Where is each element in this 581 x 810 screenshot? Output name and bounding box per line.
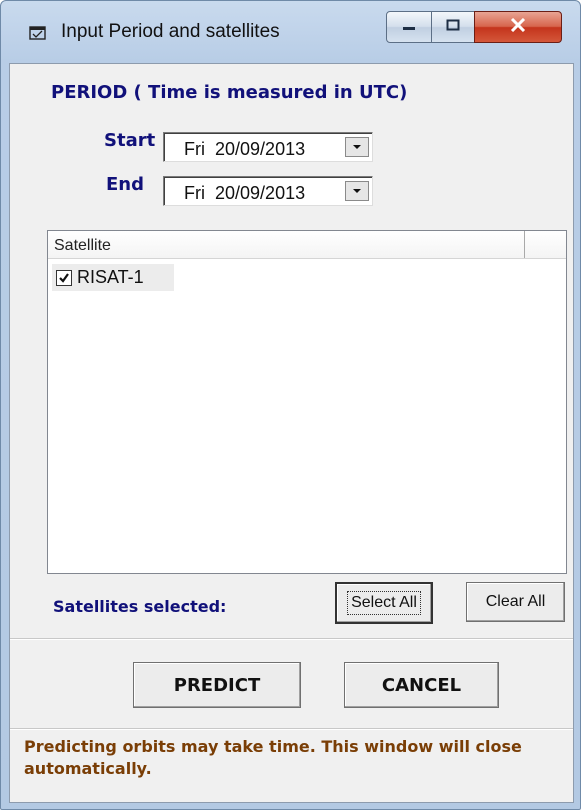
dialog-client-area: PERIOD ( Time is measured in UTC) Start …	[9, 63, 574, 803]
period-heading: PERIOD ( Time is measured in UTC)	[51, 82, 408, 103]
divider	[10, 728, 573, 730]
satellite-checkbox[interactable]	[56, 269, 72, 286]
column-header-empty[interactable]	[525, 231, 566, 258]
start-date-value: Fri 20/09/2013	[184, 139, 306, 159]
maximize-icon	[446, 18, 460, 36]
start-label: Start	[104, 130, 156, 151]
cancel-button[interactable]: CANCEL	[344, 662, 499, 708]
start-date-picker[interactable]: Fri 20/09/2013	[163, 132, 373, 162]
dialog-window: Input Period and satellites PERIOD ( Tim…	[0, 0, 581, 810]
predict-button[interactable]: PREDICT	[133, 662, 301, 708]
clear-all-button[interactable]: Clear All	[466, 582, 565, 622]
maximize-button[interactable]	[431, 11, 475, 43]
select-all-label: Select All	[347, 591, 421, 615]
dropdown-arrow-icon	[352, 182, 362, 200]
window-app-icon	[29, 25, 47, 41]
end-date-picker[interactable]: Fri 20/09/2013	[163, 176, 373, 206]
close-button[interactable]	[474, 11, 562, 43]
clear-all-label: Clear All	[485, 593, 546, 610]
close-icon	[510, 17, 526, 37]
satellite-list[interactable]: Satellite RISAT-1	[47, 230, 567, 574]
minimize-icon	[402, 18, 416, 36]
satellite-name: RISAT-1	[77, 267, 144, 287]
dropdown-arrow-icon	[352, 138, 362, 156]
end-label: End	[106, 174, 144, 195]
satellites-selected-label: Satellites selected:	[53, 597, 227, 616]
column-header-satellite[interactable]: Satellite	[48, 231, 525, 258]
info-note: Predicting orbits may take time. This wi…	[24, 737, 522, 778]
end-date-dropdown-button[interactable]	[345, 181, 369, 201]
window-controls	[386, 11, 566, 49]
checkmark-icon	[59, 272, 69, 283]
start-date-dropdown-button[interactable]	[345, 137, 369, 157]
cancel-label: CANCEL	[381, 674, 462, 696]
divider	[10, 638, 573, 640]
satellite-list-header: Satellite	[48, 231, 566, 259]
end-date-value: Fri 20/09/2013	[184, 183, 306, 203]
select-all-button[interactable]: Select All	[335, 582, 433, 624]
satellite-list-item[interactable]: RISAT-1	[52, 264, 174, 291]
title-bar[interactable]: Input Period and satellites	[1, 1, 580, 63]
minimize-button[interactable]	[386, 11, 432, 43]
predict-label: PREDICT	[173, 674, 261, 696]
window-title: Input Period and satellites	[61, 21, 280, 42]
